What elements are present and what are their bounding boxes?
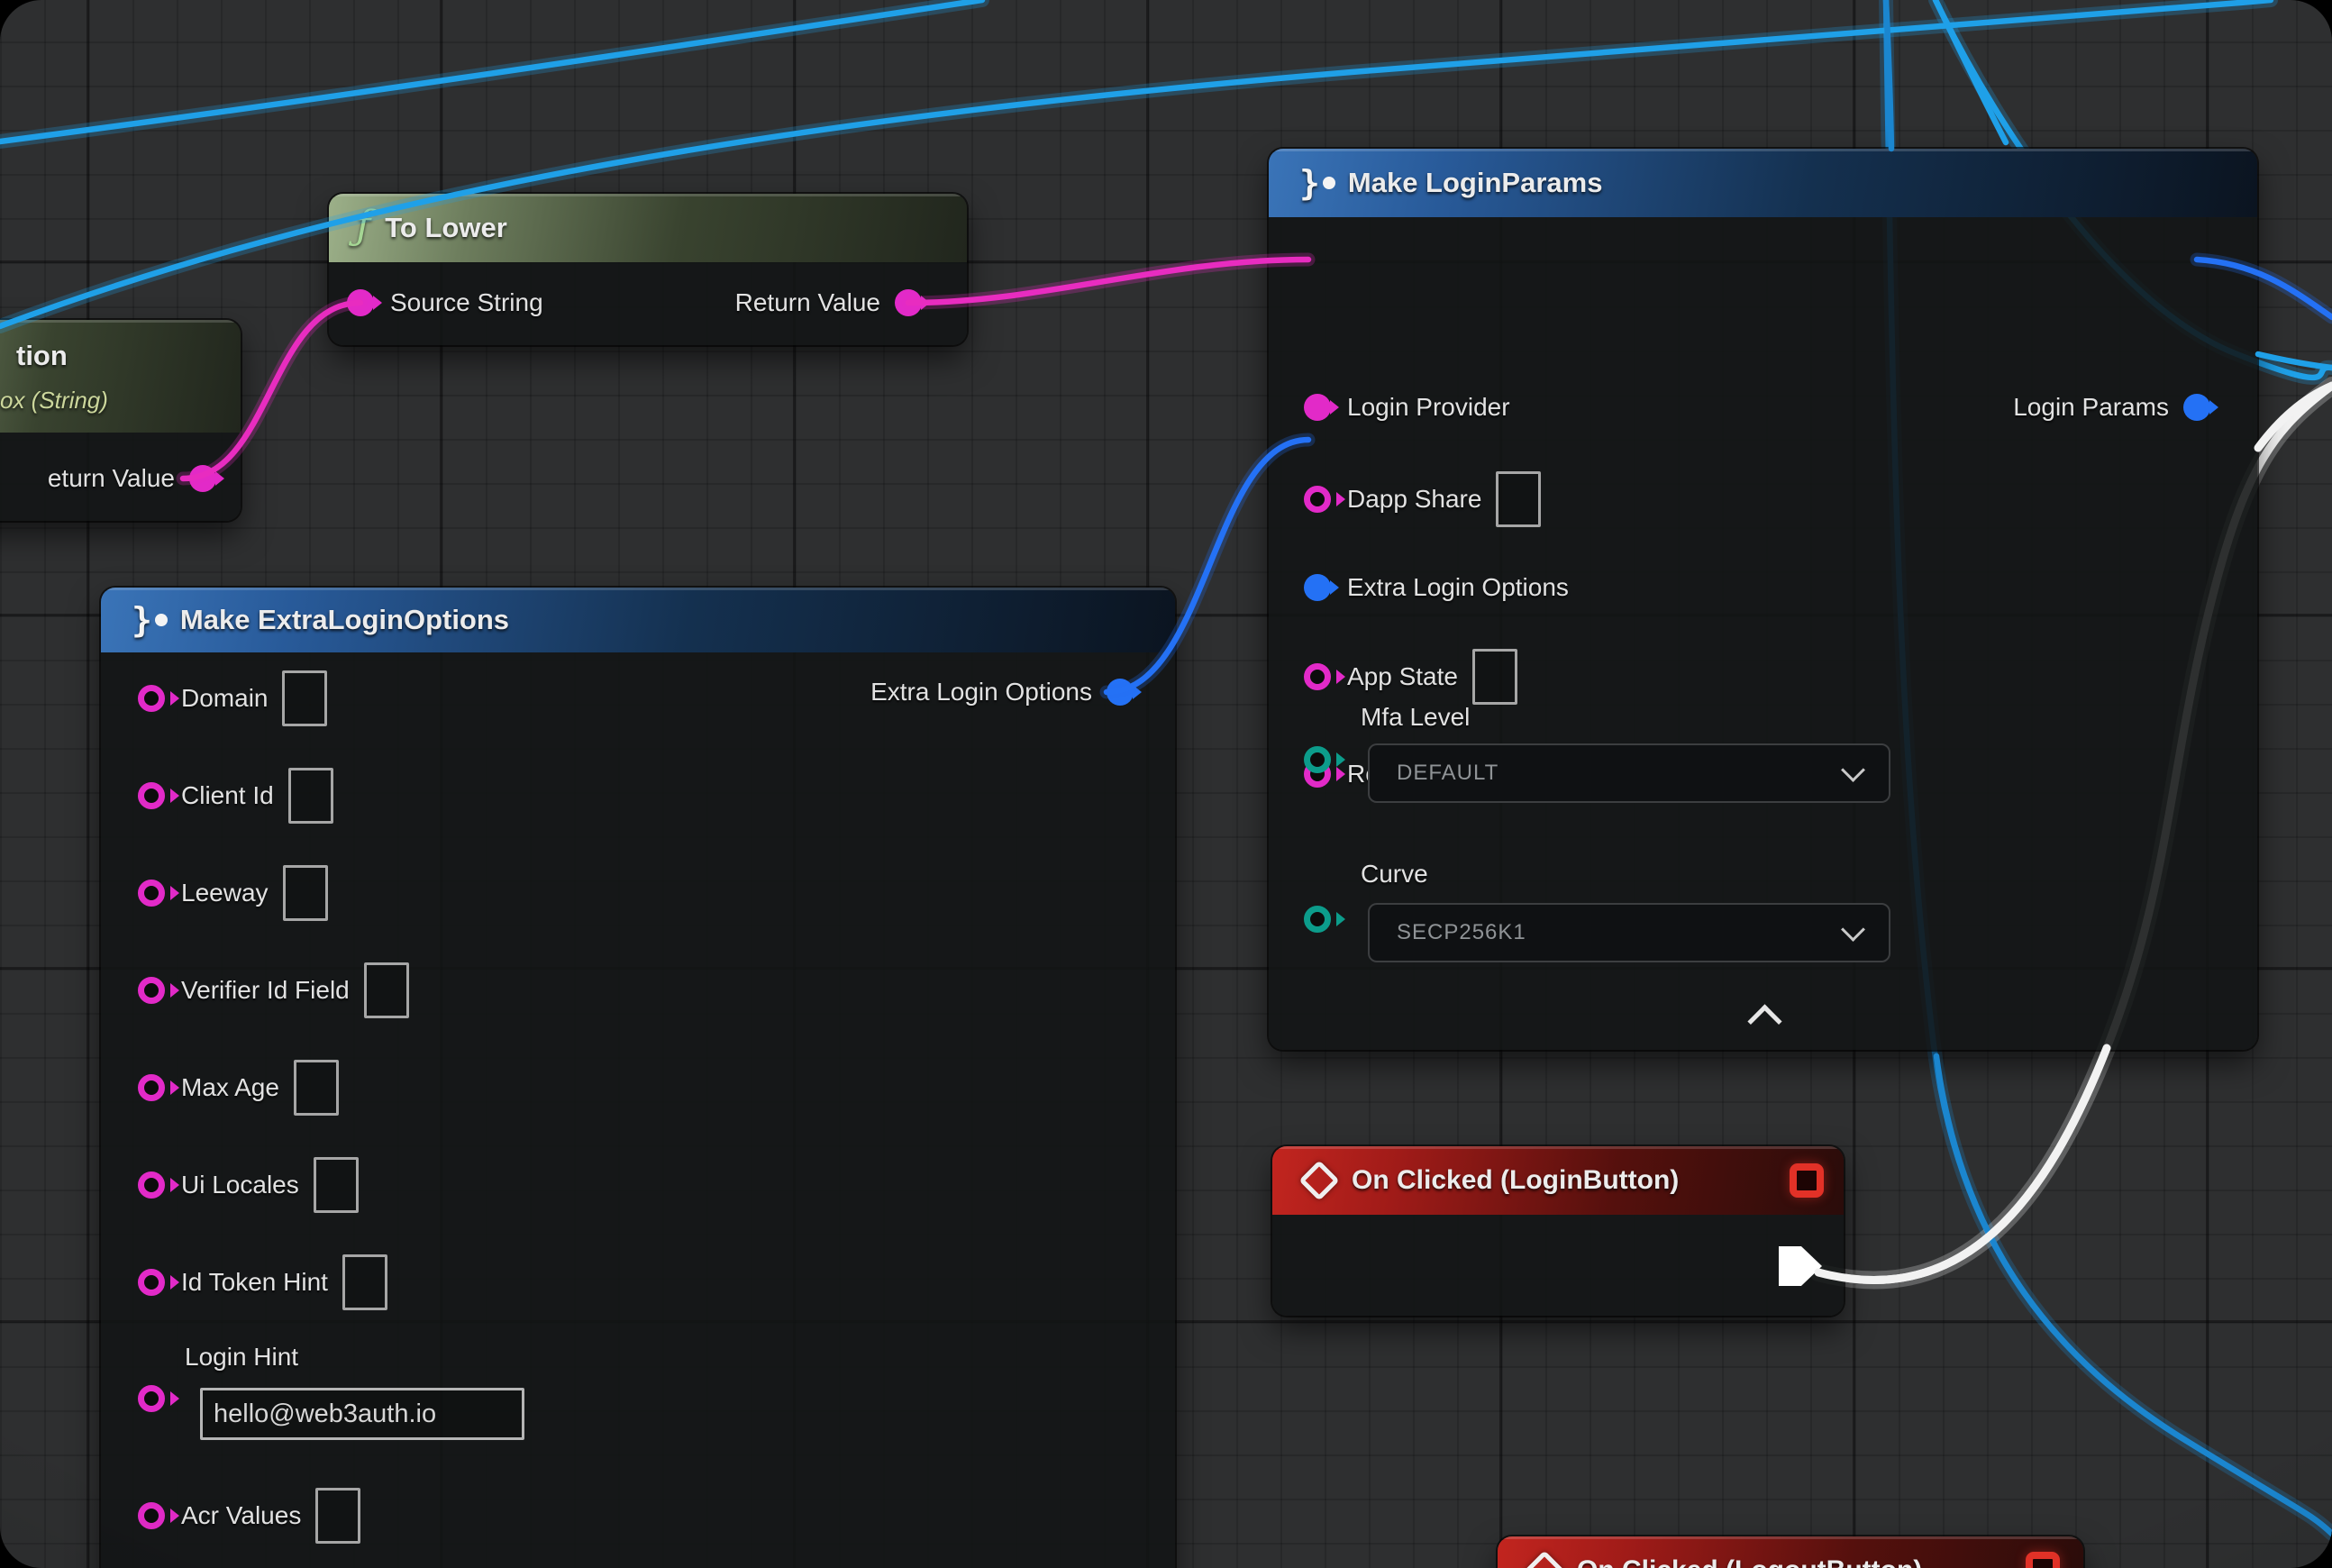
wire-blue-diagonal-top <box>1936 0 2006 142</box>
input-pin-domain[interactable] <box>138 685 165 712</box>
pin-label-mfa-level: Mfa Level <box>1361 703 1470 732</box>
node-title-fragment: tion <box>16 340 68 372</box>
wire-pink-tolower-to-provider <box>908 260 1308 303</box>
wire-blue-top-1 <box>0 0 982 141</box>
make-struct-icon: } <box>1299 163 1335 203</box>
node-partial-getter[interactable]: tion ox (String) eturn Value <box>0 320 241 521</box>
node-on-clicked-logoutbutton[interactable]: On Clicked (LogoutButton) <box>1498 1536 2083 1568</box>
input-pin-source-string[interactable] <box>347 289 374 316</box>
value-box-leeway[interactable] <box>283 865 328 921</box>
wire-blue-vertical-top <box>1886 0 1891 149</box>
login-hint-field[interactable]: hello@web3auth.io <box>200 1388 524 1440</box>
input-pin-acr-values[interactable] <box>138 1502 165 1529</box>
value-box-domain[interactable] <box>282 670 327 726</box>
value-box-ui-locales[interactable] <box>314 1157 359 1213</box>
node-header: On Clicked (LogoutButton) <box>1498 1536 2083 1568</box>
mfa-level-value: DEFAULT <box>1397 761 1498 786</box>
value-box-id-token-hint[interactable] <box>342 1254 387 1310</box>
pin-label: Acr Values <box>181 1501 301 1530</box>
exec-output-pin[interactable] <box>1779 1246 1822 1286</box>
value-box-verifier-id-field[interactable] <box>364 962 409 1018</box>
pin-label: Id Token Hint <box>181 1268 328 1297</box>
chevron-down-icon <box>1841 917 1865 942</box>
value-box-dapp-share[interactable] <box>1496 471 1541 527</box>
node-header: } Make LoginParams <box>1269 149 2257 217</box>
pin-label: Leeway <box>181 879 269 907</box>
function-icon: ƒ <box>356 203 370 249</box>
pin-label-curve: Curve <box>1361 860 1428 889</box>
node-title: Make LoginParams <box>1348 167 1603 199</box>
pin-label: Dapp Share <box>1347 485 1481 514</box>
bound-event-icon <box>1790 1163 1824 1198</box>
value-box-acr-values[interactable] <box>315 1488 360 1544</box>
pin-label: Client Id <box>181 781 274 810</box>
input-pin-ui-locales[interactable] <box>138 1171 165 1199</box>
value-box-app-state[interactable] <box>1472 649 1517 705</box>
input-pin-id-token-hint[interactable] <box>138 1269 165 1296</box>
node-header: ƒ To Lower <box>329 194 967 262</box>
node-subtitle-fragment: ox (String) <box>0 387 108 415</box>
event-diamond-icon <box>1524 1550 1564 1568</box>
node-title: On Clicked (LogoutButton) <box>1577 1555 1922 1568</box>
pin-label: Return Value <box>735 288 880 317</box>
pin-label: Extra Login Options <box>1347 573 1569 602</box>
node-title: Make ExtraLoginOptions <box>180 604 509 636</box>
input-pin-mfa-level[interactable] <box>1304 746 1331 773</box>
node-make-extraloginoptions[interactable]: } Make ExtraLoginOptions Extra Login Opt… <box>101 588 1175 1568</box>
graph-canvas[interactable]: tion ox (String) eturn Value ƒ To Lower … <box>0 0 2332 1568</box>
input-pin-app-state[interactable] <box>1304 663 1331 690</box>
chevron-down-icon <box>1841 758 1865 782</box>
input-pin-verifier-id-field[interactable] <box>138 977 165 1004</box>
input-pin-max-age[interactable] <box>138 1074 165 1101</box>
node-title: On Clicked (LoginButton) <box>1352 1165 1679 1196</box>
node-to-lower[interactable]: ƒ To Lower Source String Return Value <box>329 194 967 345</box>
pin-label: eturn Value <box>48 464 175 493</box>
node-header <box>0 320 241 433</box>
node-on-clicked-loginbutton[interactable]: On Clicked (LoginButton) <box>1272 1146 1844 1316</box>
pin-label-login-hint: Login Hint <box>185 1343 298 1372</box>
pin-label: Login Provider <box>1347 393 1510 422</box>
pin-label: Verifier Id Field <box>181 976 350 1005</box>
input-pin-client-id[interactable] <box>138 782 165 809</box>
make-struct-icon: } <box>132 600 168 640</box>
wire-exec-bright-2 <box>2258 386 2332 448</box>
wire-exec-bright-1 <box>1818 1048 2107 1281</box>
output-pin-return-value[interactable] <box>189 465 216 492</box>
value-box-max-age[interactable] <box>294 1060 339 1116</box>
node-make-loginparams[interactable]: } Make LoginParams Login Params Login Pr… <box>1269 149 2257 1050</box>
output-pin-return-value[interactable] <box>895 289 922 316</box>
input-pin-extra-login-options[interactable] <box>1304 574 1331 601</box>
pin-label: Domain <box>181 684 268 713</box>
bound-event-icon <box>2026 1552 2060 1568</box>
pin-label: Source String <box>390 288 543 317</box>
input-pin-leeway[interactable] <box>138 880 165 907</box>
node-header: } Make ExtraLoginOptions <box>101 588 1175 652</box>
node-header: On Clicked (LoginButton) <box>1272 1146 1844 1215</box>
curve-dropdown[interactable]: SECP256K1 <box>1368 903 1890 962</box>
value-box-client-id[interactable] <box>288 768 333 824</box>
collapse-node-chevron[interactable] <box>1747 1004 1781 1038</box>
node-title: To Lower <box>385 212 506 244</box>
wire-blue-diagonal-right <box>2258 354 2332 368</box>
pin-label: Extra Login Options <box>870 678 1092 707</box>
wire-blue-vertical-bottom <box>1936 1056 2332 1534</box>
input-pin-dapp-share[interactable] <box>1304 486 1331 513</box>
pin-label: App State <box>1347 662 1458 691</box>
blueprint-editor: tion ox (String) eturn Value ƒ To Lower … <box>0 0 2332 1568</box>
event-diamond-icon <box>1298 1160 1339 1200</box>
input-pin-curve[interactable] <box>1304 906 1331 933</box>
pin-label: Max Age <box>181 1073 279 1102</box>
output-pin-extra-login-options[interactable] <box>1107 679 1134 706</box>
input-pin-login-provider[interactable] <box>1304 394 1331 421</box>
mfa-level-dropdown[interactable]: DEFAULT <box>1368 743 1890 803</box>
input-pin-login-hint[interactable] <box>138 1385 165 1412</box>
pin-label: Ui Locales <box>181 1171 299 1199</box>
output-pin-login-params[interactable] <box>2183 394 2210 421</box>
curve-value: SECP256K1 <box>1397 920 1526 945</box>
pin-label: Login Params <box>2013 393 2169 422</box>
